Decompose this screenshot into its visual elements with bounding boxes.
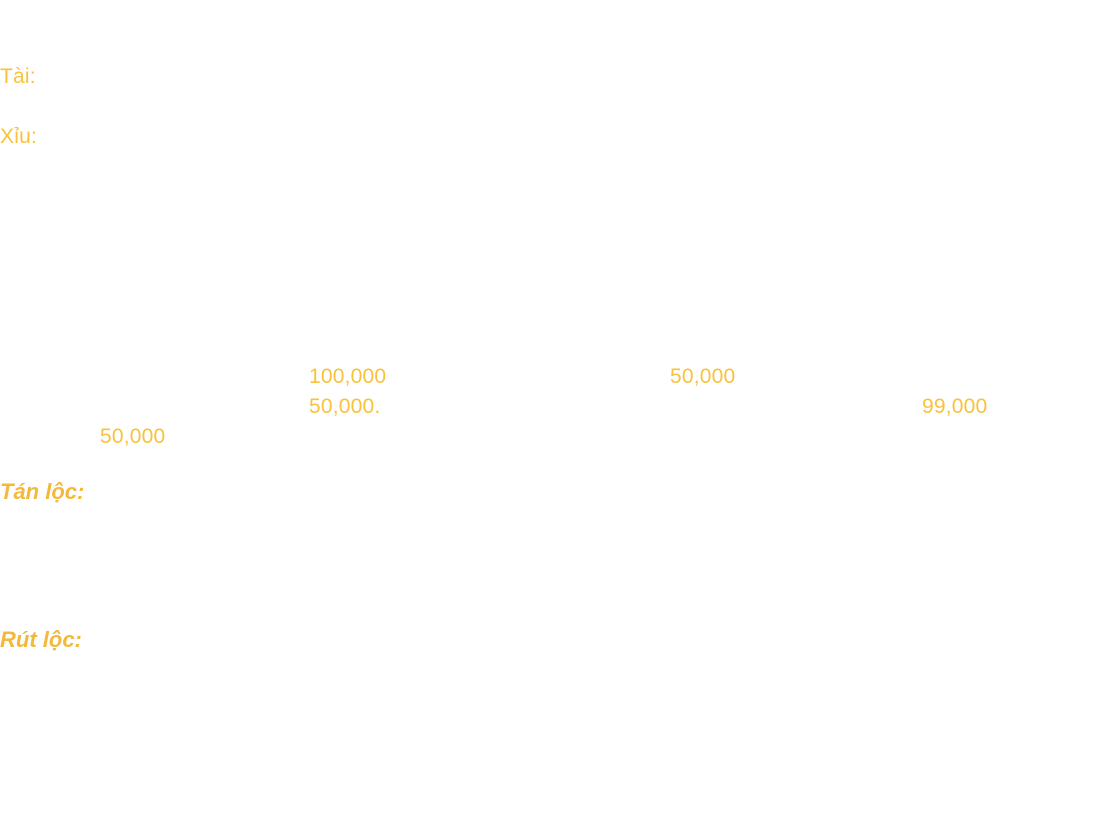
amount-50000-a: 50,000 <box>670 365 736 388</box>
tai-label: Tài: <box>0 65 36 88</box>
amount-99000: 99,000 <box>922 395 988 418</box>
tan-loc-heading: Tán lộc: <box>0 479 85 504</box>
amount-50000-c: 50,000 <box>100 425 166 448</box>
rut-loc-heading: Rút lộc: <box>0 627 82 652</box>
amount-50000-b: 50,000. <box>309 395 381 418</box>
xiu-label: Xỉu: <box>0 125 37 148</box>
amount-100000: 100,000 <box>309 365 387 388</box>
document-page: Tài: Xỉu: 100,000 50,000 50,000. 99,000 … <box>0 0 1100 840</box>
